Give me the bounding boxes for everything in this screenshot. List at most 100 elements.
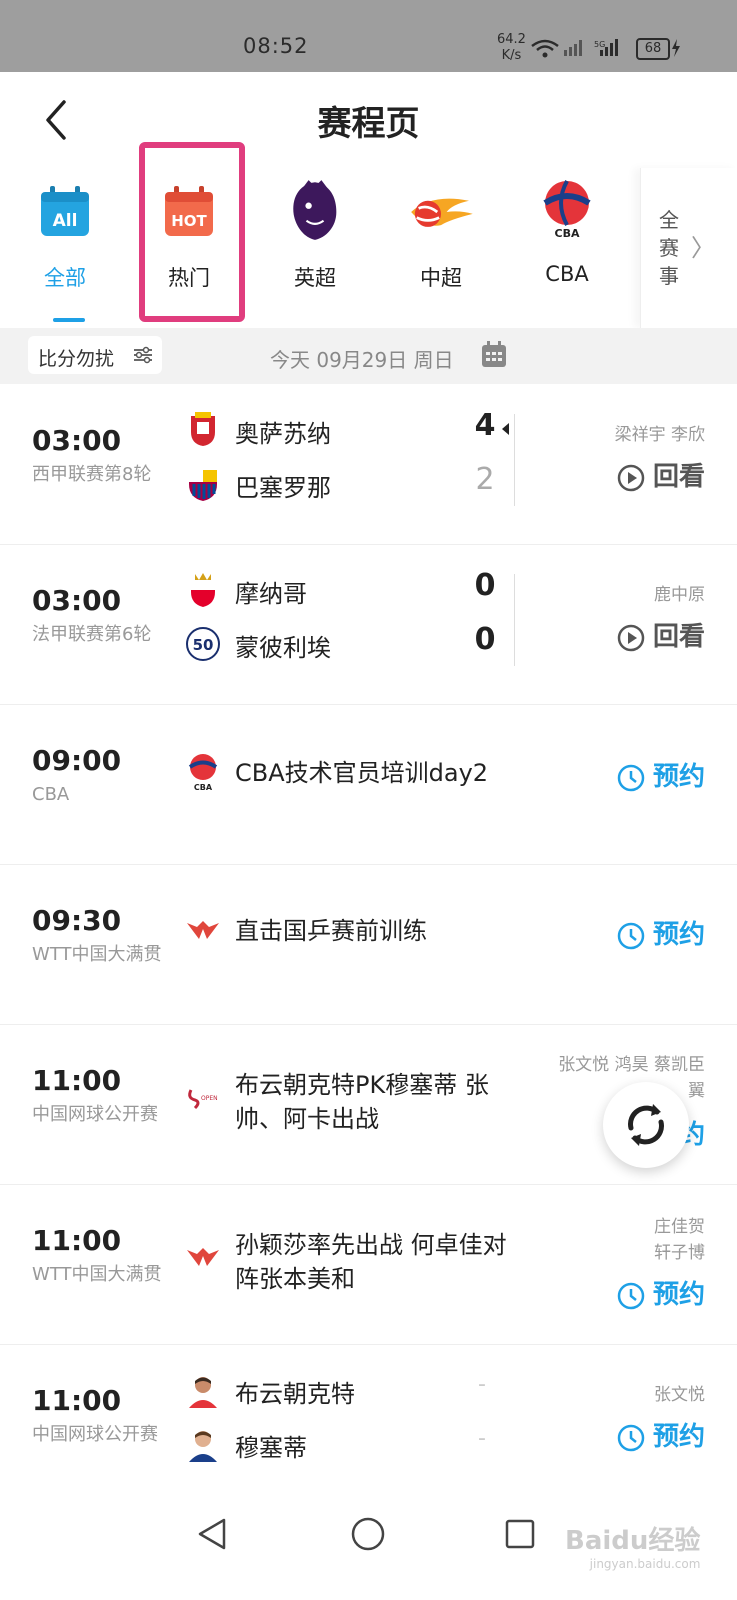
system-nav-bar: Baidu经验 jingyan.baidu.com: [0, 1490, 737, 1600]
match-row[interactable]: 03:00 西甲联赛第8轮 奥萨苏纳 巴塞罗那 4 2 梁祥宇 李欣 回看: [0, 384, 737, 545]
nav-recents-icon[interactable]: [504, 1518, 536, 1550]
match-time: 03:00: [32, 584, 122, 617]
clock-icon: [617, 1282, 645, 1309]
osasuna-crest-icon: [191, 412, 215, 446]
replay-button[interactable]: 回看: [617, 456, 705, 493]
replay-button[interactable]: 回看: [617, 616, 705, 653]
cba-logo-icon: CBA: [188, 754, 218, 792]
page-title: 赛程页: [317, 104, 420, 144]
svg-text:CBA: CBA: [555, 227, 580, 240]
commentators: 庄佳贺 轩子博: [654, 1217, 705, 1263]
clock-icon: [617, 922, 645, 949]
match-row[interactable]: 11:00 WTT中国大满贯 孙颖莎率先出战 何卓佳对阵张本美和 庄佳贺 轩子博…: [0, 1184, 737, 1345]
svg-text:OPEN: OPEN: [201, 1095, 218, 1102]
play-circle-icon: [617, 624, 645, 651]
divider: [514, 574, 515, 666]
premier-league-lion-icon: [293, 180, 337, 240]
commentators: 张文悦: [654, 1385, 705, 1405]
league-name: 中国网球公开赛: [32, 1104, 158, 1125]
tab-label: 全部: [44, 266, 86, 290]
monaco-crest-icon: [191, 573, 215, 607]
event-title: 布云朝克特PK穆塞蒂 张帅、阿卡出战: [235, 1071, 489, 1133]
player-avatar: [185, 1372, 221, 1408]
reserve-button[interactable]: 预约: [617, 1416, 705, 1453]
all-events-button[interactable]: 全赛事 〉: [640, 168, 737, 328]
svg-text:All: All: [53, 211, 78, 231]
tab-label: 英超: [294, 266, 336, 290]
montpellier-crest-icon: 50: [186, 627, 220, 661]
battery-indicator: 68: [636, 38, 670, 60]
tab-label: 中超: [420, 266, 462, 290]
clock-icon: [617, 1424, 645, 1451]
status-bar: 08:52 64.2 K/s 5G 68: [0, 0, 737, 72]
filter-bar: 比分勿扰 今天 09月29日 周日: [0, 328, 737, 384]
event-title: 直击国乒赛前训练: [235, 917, 427, 945]
category-tabs: All 全部 HOT 热门 英超 中超 CBA CBA: [0, 142, 737, 328]
home-score: -: [478, 1372, 486, 1397]
svg-text:CBA: CBA: [194, 783, 213, 792]
wtt-logo-icon: [187, 921, 219, 939]
away-score: 0: [474, 622, 496, 657]
match-time: 09:00: [32, 744, 122, 777]
home-score: 0: [474, 568, 496, 603]
league-name: 西甲联赛第8轮: [32, 464, 152, 485]
mute-score-toggle[interactable]: 比分勿扰: [28, 336, 162, 374]
away-score: 2: [475, 462, 495, 497]
league-name: WTT中国大满贯: [32, 944, 162, 965]
player-avatar: [185, 1426, 221, 1462]
tab-label: CBA: [545, 262, 589, 286]
svg-text:5G: 5G: [594, 40, 605, 49]
league-name: 中国网球公开赛: [32, 1424, 158, 1445]
barcelona-crest-icon: [189, 470, 217, 501]
match-row[interactable]: 03:00 法甲联赛第6轮 摩纳哥 50 蒙彼利埃 0 0 鹿中原 回看: [0, 544, 737, 705]
match-time: 11:00: [32, 1224, 122, 1257]
highlight-annotation-box: [139, 142, 245, 322]
match-row[interactable]: 11:00 中国网球公开赛 布云朝克特 穆塞蒂 - - 张文悦 预约: [0, 1344, 737, 1505]
event-title: CBA技术官员培训day2: [235, 759, 489, 787]
reserve-button[interactable]: 预约: [617, 1274, 705, 1311]
divider: [514, 414, 515, 506]
net-speed: 64.2 K/s: [497, 32, 526, 63]
nav-back-icon[interactable]: [196, 1516, 230, 1552]
nav-home-icon[interactable]: [350, 1516, 386, 1552]
tab-all[interactable]: All 全部: [5, 168, 125, 328]
all-calendar-icon: All: [41, 186, 89, 236]
active-tab-indicator: [53, 318, 85, 322]
signal-icon: [564, 40, 582, 56]
commentators: 梁祥宇 李欣: [614, 425, 705, 445]
date-label: 今天 09月29日 周日: [270, 348, 454, 372]
svg-text:50: 50: [193, 636, 214, 654]
5g-signal-icon: 5G: [594, 39, 618, 56]
event-title: 孙颖莎率先出战 何卓佳对阵张本美和: [235, 1231, 507, 1293]
wtt-logo-icon: [187, 1248, 219, 1266]
all-events-label: 全赛事: [659, 208, 679, 288]
tab-cba[interactable]: CBA CBA: [507, 168, 627, 328]
app-header: 赛程页: [0, 72, 737, 169]
clock-icon: [617, 764, 645, 791]
match-time: 11:00: [32, 1384, 122, 1417]
refresh-icon: [628, 1104, 664, 1146]
clock: 08:52: [243, 34, 309, 58]
match-row[interactable]: 09:30 WTT中国大满贯 直击国乒赛前训练 预约: [0, 864, 737, 1025]
calendar-icon[interactable]: [481, 340, 507, 368]
china-open-logo-icon: OPEN: [188, 1089, 218, 1110]
wifi-icon: [531, 39, 559, 58]
match-time: 09:30: [32, 904, 122, 937]
csl-fireball-icon: [411, 198, 473, 227]
play-circle-icon: [617, 464, 645, 491]
reserve-button[interactable]: 预约: [617, 914, 705, 951]
tab-csl[interactable]: 中超: [381, 168, 501, 328]
winner-marker-icon: [502, 423, 509, 435]
match-row[interactable]: 09:00 CBA CBA CBA技术官员培训day2 预约: [0, 704, 737, 865]
mute-score-label: 比分勿扰: [38, 348, 115, 370]
tab-premier-league[interactable]: 英超: [255, 168, 375, 328]
commentators: 鹿中原: [654, 585, 705, 605]
match-time: 11:00: [32, 1064, 122, 1097]
reserve-button[interactable]: 预约: [617, 756, 705, 793]
chevron-right-icon: 〉: [691, 234, 715, 262]
away-score: -: [478, 1426, 486, 1451]
baidu-watermark: Baidu经验 jingyan.baidu.com: [565, 1526, 701, 1571]
league-name: WTT中国大满贯: [32, 1264, 162, 1285]
refresh-button[interactable]: [603, 1082, 689, 1168]
home-score: 4: [474, 408, 496, 443]
